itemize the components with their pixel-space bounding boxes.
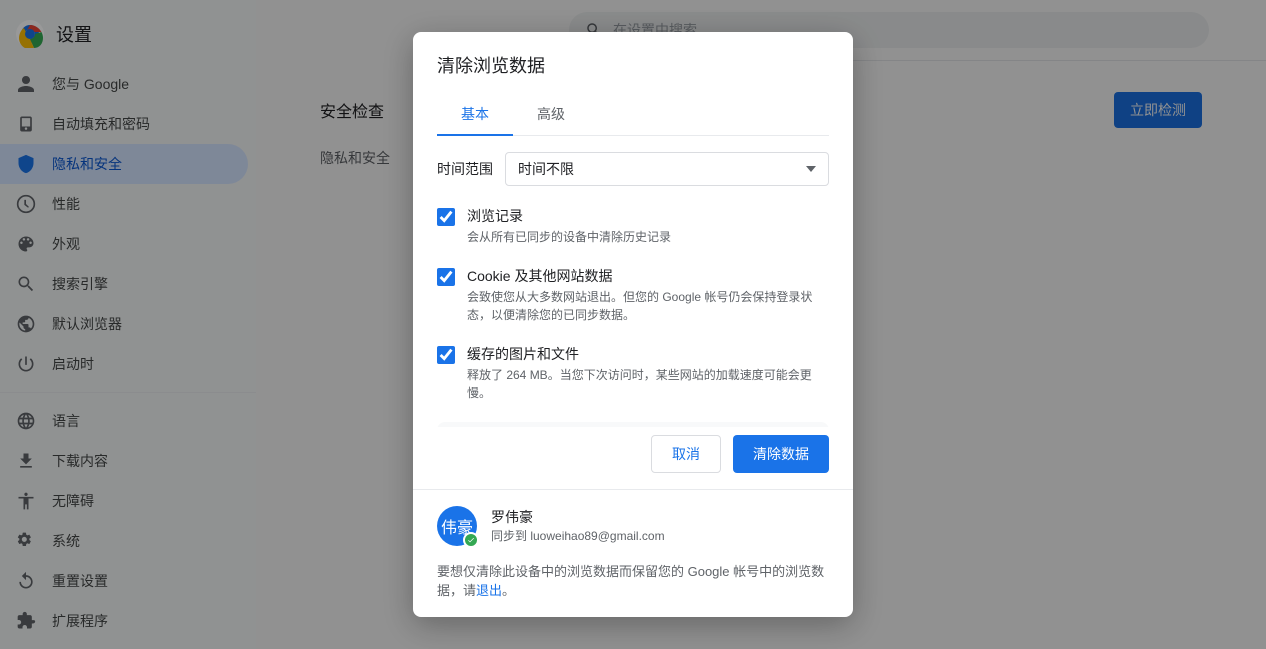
tab-advanced[interactable]: 高级 xyxy=(513,94,589,136)
clear-data-dialog: 清除浏览数据 基本 高级 时间范围 最近一小时 最近24小时 最近7天 最近4周… xyxy=(413,32,853,616)
checkbox-cookies-desc: 会致使您从大多数网站退出。但您的 Google 帐号仍会保持登录状态，以便清除您… xyxy=(467,288,829,324)
time-range-select[interactable]: 最近一小时 最近24小时 最近7天 最近4周 时间不限 xyxy=(505,152,829,186)
footer-note-after: 。 xyxy=(502,583,515,598)
user-email: 同步到 luoweihao89@gmail.com xyxy=(491,527,665,544)
checkbox-history-desc: 会从所有已同步的设备中清除历史记录 xyxy=(467,228,671,246)
footer-note-link[interactable]: 退出 xyxy=(476,583,502,598)
time-range-row: 时间范围 最近一小时 最近24小时 最近7天 最近4周 时间不限 xyxy=(437,152,829,186)
checkbox-cache-desc: 释放了 264 MB。当您下次访问时，某些网站的加载速度可能会更慢。 xyxy=(467,366,829,402)
clear-data-button[interactable]: 清除数据 xyxy=(733,435,829,473)
checkbox-history-input[interactable] xyxy=(437,208,455,226)
dialog-tabs: 基本 高级 xyxy=(437,94,829,136)
dialog-user-section: 伟豪 罗伟豪 同步到 luoweihao89@gmail.com xyxy=(413,489,853,562)
checkbox-cookies-input[interactable] xyxy=(437,268,455,286)
checkbox-history-title: 浏览记录 xyxy=(467,206,671,226)
checkbox-cache-title: 缓存的图片和文件 xyxy=(467,344,829,364)
user-name: 罗伟豪 xyxy=(491,507,665,527)
checkbox-cookies: Cookie 及其他网站数据 会致使您从大多数网站退出。但您的 Google 帐… xyxy=(437,266,829,324)
dialog-footer-buttons: 取消 清除数据 xyxy=(413,427,853,489)
time-range-label: 时间范围 xyxy=(437,159,493,179)
modal-overlay: 清除浏览数据 基本 高级 时间范围 最近一小时 最近24小时 最近7天 最近4周… xyxy=(0,0,1266,649)
user-avatar: 伟豪 xyxy=(437,506,477,546)
checkbox-cache-input[interactable] xyxy=(437,346,455,364)
dialog-footer-note: 要想仅清除此设备中的浏览数据而保留您的 Google 帐号中的浏览数据，请退出。 xyxy=(413,562,853,617)
checkbox-history: 浏览记录 会从所有已同步的设备中清除历史记录 xyxy=(437,206,829,246)
avatar-badge xyxy=(463,532,479,548)
dialog-body: 时间范围 最近一小时 最近24小时 最近7天 最近4周 时间不限 浏览记录 会从… xyxy=(413,136,853,426)
cancel-button[interactable]: 取消 xyxy=(651,435,721,473)
tab-basic[interactable]: 基本 xyxy=(437,94,513,136)
checkbox-cache: 缓存的图片和文件 释放了 264 MB。当您下次访问时，某些网站的加载速度可能会… xyxy=(437,344,829,402)
dialog-title: 清除浏览数据 xyxy=(413,32,853,78)
checkbox-cookies-title: Cookie 及其他网站数据 xyxy=(467,266,829,286)
